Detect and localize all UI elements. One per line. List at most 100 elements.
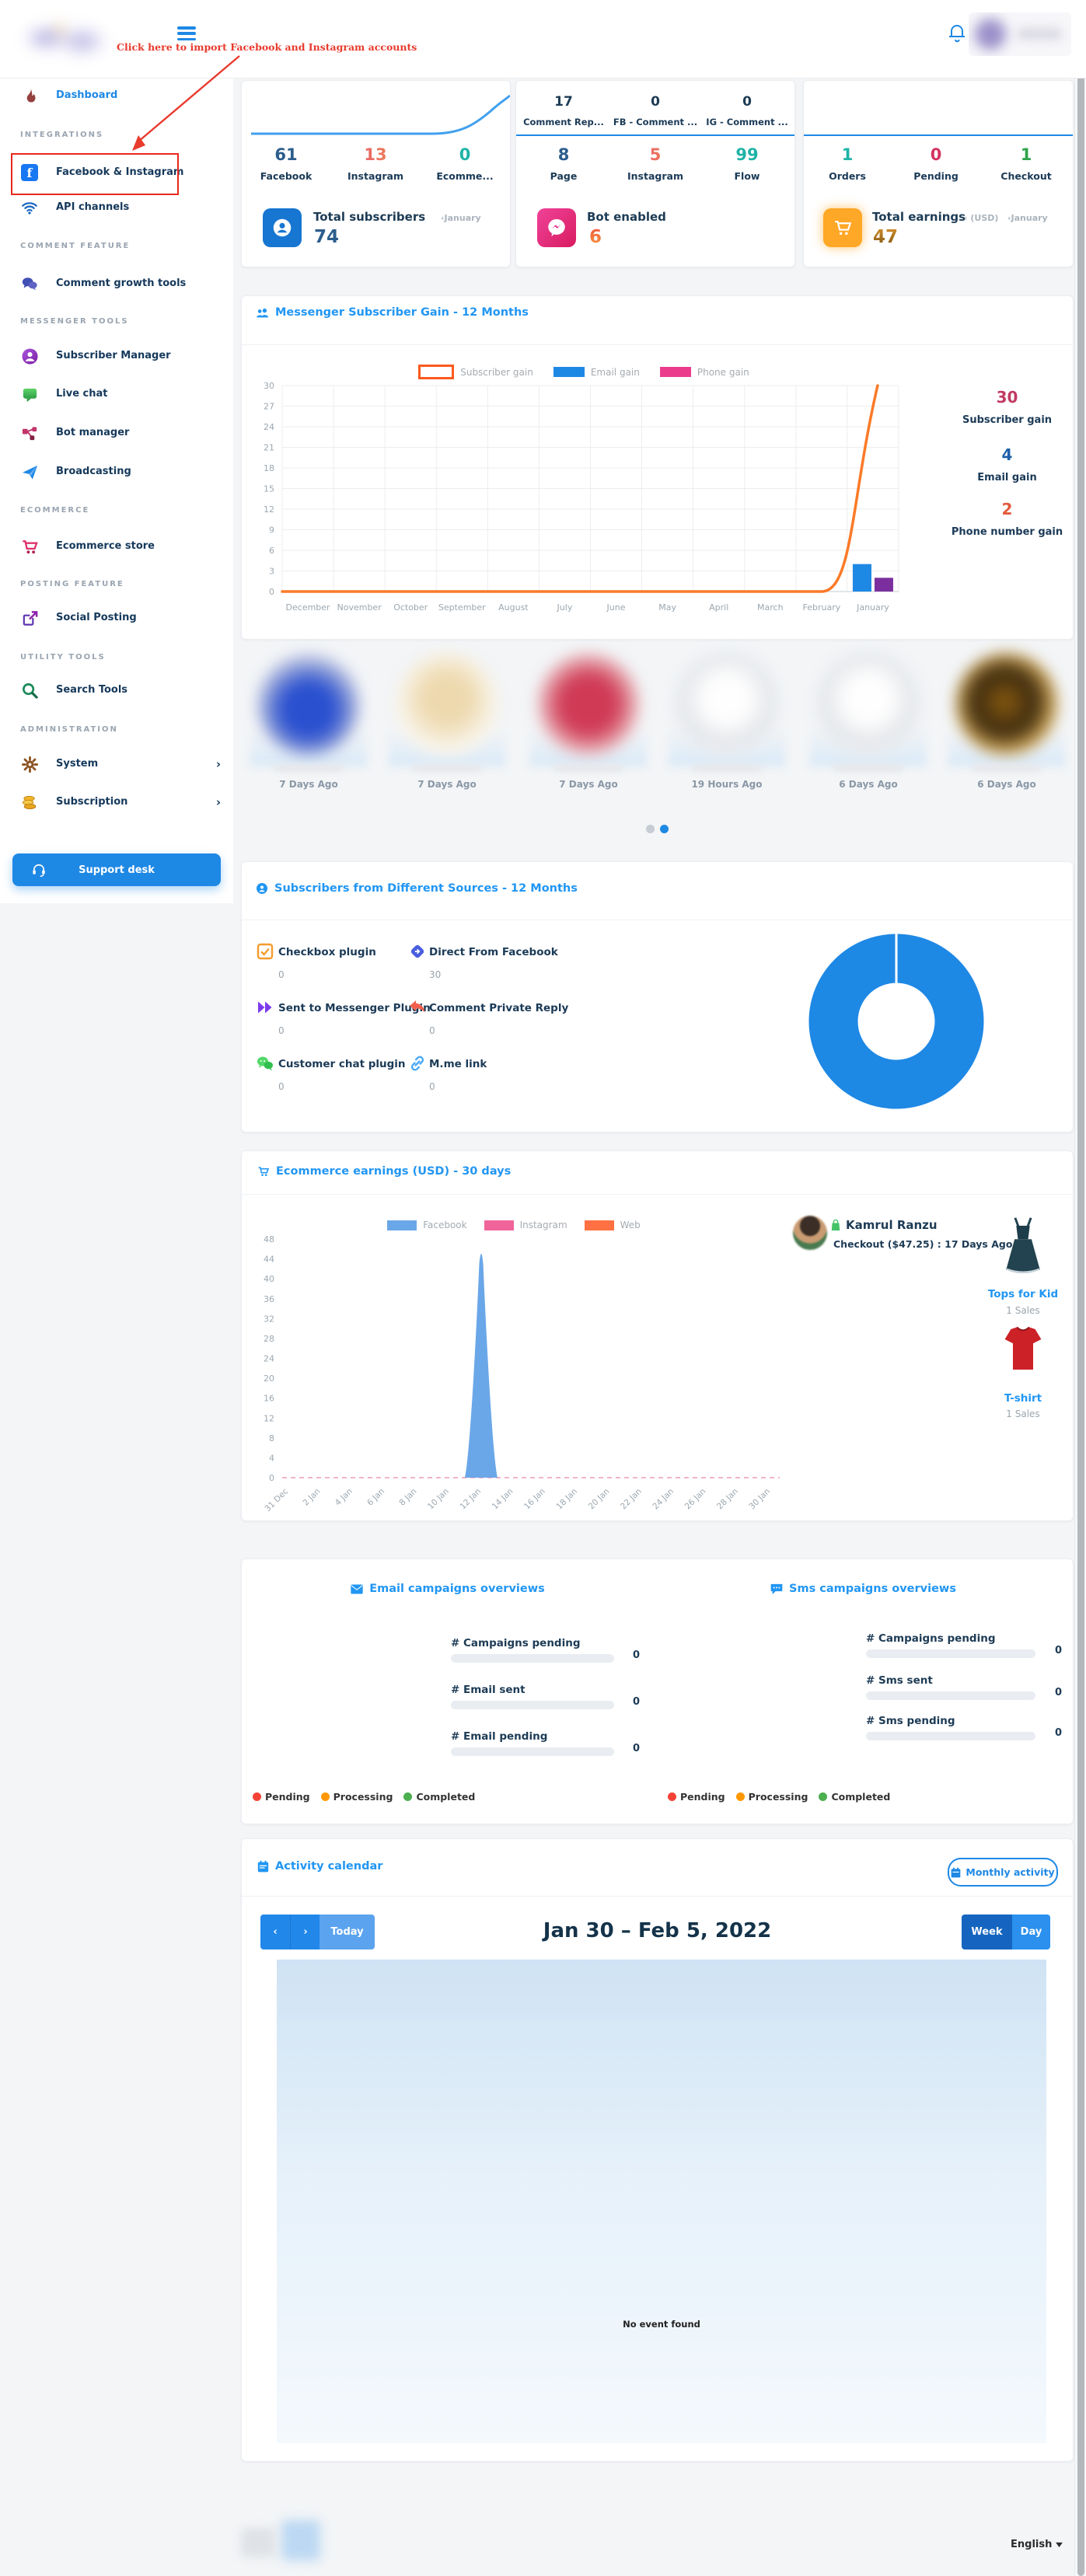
customer-name[interactable]: Kamrul Ranzu	[846, 1218, 938, 1232]
period-label: ‹January	[1007, 213, 1048, 223]
notification-bell-icon[interactable]	[947, 22, 967, 45]
app-logo[interactable]	[16, 6, 110, 70]
sidebar-item-system[interactable]: System ›	[0, 751, 233, 777]
source-label: Comment Private Reply	[429, 1002, 568, 1014]
svg-text:16 Jan: 16 Jan	[522, 1487, 547, 1512]
svg-text:February: February	[803, 602, 841, 613]
sidebar-item-label: Facebook & Instagram	[56, 166, 183, 178]
subscriber-carousel-item[interactable]: 6 Days Ago	[804, 653, 933, 798]
sidebar-section-messenger-tools: MESSENGER TOOLS	[20, 317, 129, 326]
product-image-dress[interactable]	[1000, 1216, 1046, 1276]
product-image-tshirt[interactable]	[1003, 1324, 1043, 1375]
group-icon	[256, 307, 269, 319]
svg-text:8 Jan: 8 Jan	[397, 1487, 418, 1508]
subscriber-carousel-item[interactable]: 7 Days Ago	[244, 653, 373, 798]
sidebar-section-ecommerce: ECOMMERCE	[20, 506, 89, 515]
calendar-body[interactable]: No event found	[277, 1960, 1046, 2443]
subscribers-sparkline	[242, 81, 510, 135]
support-desk-button[interactable]: Support desk	[12, 853, 221, 886]
svg-text:24 Jan: 24 Jan	[651, 1487, 676, 1512]
subscriber-name-blur	[972, 765, 1042, 772]
sidebar-item-live-chat[interactable]: Live chat	[0, 381, 233, 407]
svg-text:40: 40	[264, 1274, 274, 1284]
customer-avatar	[793, 1216, 827, 1250]
calendar-icon	[951, 1867, 961, 1878]
completed-dot	[403, 1792, 412, 1801]
svg-text:24: 24	[264, 1354, 274, 1364]
customer-row: Kamrul Ranzu	[830, 1218, 938, 1232]
divider	[242, 1896, 1073, 1897]
svg-text:October: October	[393, 602, 428, 613]
scrollbar-thumb[interactable]	[1077, 0, 1084, 2576]
facebook-icon: f	[20, 163, 39, 182]
sidebar-item-label: Dashboard	[56, 89, 117, 101]
pending-dot	[253, 1792, 261, 1801]
calendar-icon	[257, 1860, 269, 1873]
sidebar-item-label: Live chat	[56, 388, 108, 400]
svg-text:August: August	[498, 602, 529, 613]
svg-text:September: September	[438, 602, 486, 613]
language-selector[interactable]: English	[1011, 2539, 1063, 2550]
subscriber-carousel-item[interactable]: 19 Hours Ago	[662, 653, 791, 798]
sidebar-item-label: API channels	[56, 201, 129, 213]
carousel-dot-active[interactable]	[660, 825, 669, 833]
product-link-tops-for-kid[interactable]: Tops for Kid	[969, 1288, 1077, 1300]
orders-card: 1 Orders 0 Pending 1 Checkout Total earn…	[803, 80, 1074, 267]
avatar	[955, 653, 1058, 756]
sidebar-item-search-tools[interactable]: Search Tools	[0, 677, 233, 703]
sidebar-item-api-channels[interactable]: API channels	[0, 194, 233, 221]
stat-page: 8 Page	[519, 146, 608, 182]
svg-text:January: January	[856, 602, 889, 613]
source-value: 0	[429, 1025, 435, 1036]
stat-checkout: 1 Checkout	[983, 146, 1070, 182]
svg-text:18 Jan: 18 Jan	[554, 1487, 579, 1512]
subscriber-carousel-item[interactable]: 6 Days Ago	[942, 653, 1071, 798]
stat-flow: 99 Flow	[703, 146, 791, 182]
svg-text:36: 36	[264, 1294, 274, 1304]
legend-swatch-instagram	[484, 1220, 514, 1230]
stat-instagram-pages: 5 Instagram	[611, 146, 700, 182]
svg-text:May: May	[658, 602, 676, 613]
product-link-tshirt[interactable]: T-shirt	[969, 1392, 1077, 1405]
support-desk-label: Support desk	[79, 864, 155, 876]
sidebar-item-facebook-instagram[interactable]: f Facebook & Instagram	[0, 159, 233, 186]
legend-swatch-phone-gain	[660, 367, 691, 377]
svg-text:30: 30	[264, 381, 274, 391]
source-value: 0	[278, 969, 285, 980]
calendar-range-title: Jan 30 – Feb 5, 2022	[242, 1919, 1073, 1942]
calendar-day-button[interactable]: Day	[1012, 1915, 1050, 1949]
monthly-activity-button[interactable]: Monthly activity	[948, 1858, 1058, 1887]
messenger-bot-icon	[537, 208, 576, 247]
total-subscribers-icon	[263, 208, 302, 247]
sidebar-item-bot-manager[interactable]: Bot manager	[0, 420, 233, 446]
sidebar-item-ecommerce-store[interactable]: Ecommerce store	[0, 533, 233, 560]
svg-text:24: 24	[264, 422, 274, 432]
carousel-dot[interactable]	[646, 825, 655, 833]
sidebar-item-social-posting[interactable]: Social Posting	[0, 605, 233, 631]
sidebar-item-comment-growth-tools[interactable]: Comment growth tools	[0, 271, 233, 297]
sidebar-item-broadcasting[interactable]: Broadcasting	[0, 459, 233, 485]
svg-text:15: 15	[264, 484, 274, 494]
progress-bar	[451, 1654, 614, 1663]
search-icon	[20, 681, 39, 700]
customer-detail: Checkout ($47.25) : 17 Days Ago	[833, 1238, 1012, 1250]
email-campaigns-title: Email campaigns overviews	[242, 1583, 654, 1595]
stat-fb-comments: 0 FB - Comment ...	[611, 94, 700, 127]
subscriber-carousel-item[interactable]: 7 Days Ago	[524, 653, 653, 798]
sidebar-item-dashboard[interactable]: Dashboard	[0, 82, 233, 109]
subscriber-carousel-item[interactable]: 7 Days Ago	[382, 653, 512, 798]
sidebar-item-subscriber-manager[interactable]: Subscriber Manager	[0, 343, 233, 369]
svg-text:26 Jan: 26 Jan	[683, 1487, 708, 1512]
calendar-week-button[interactable]: Week	[962, 1915, 1012, 1949]
ecommerce-earnings-chart: 0481216202428323640444831 Dec2 Jan4 Jan6…	[257, 1204, 801, 1520]
scrollbar-track[interactable]	[1074, 0, 1086, 2576]
no-event-message: No event found	[277, 2319, 1046, 2330]
currency-label: ‹ (USD)	[964, 213, 998, 223]
chevron-right-icon: ›	[216, 795, 221, 809]
sidebar-item-subscription[interactable]: Subscription ›	[0, 789, 233, 815]
stat-facebook: 61 Facebook	[242, 146, 330, 182]
sidebar-section-comment-feature: COMMENT FEATURE	[20, 242, 130, 250]
user-menu[interactable]	[969, 12, 1071, 56]
flame-icon	[20, 86, 39, 105]
top-header	[0, 0, 1086, 79]
